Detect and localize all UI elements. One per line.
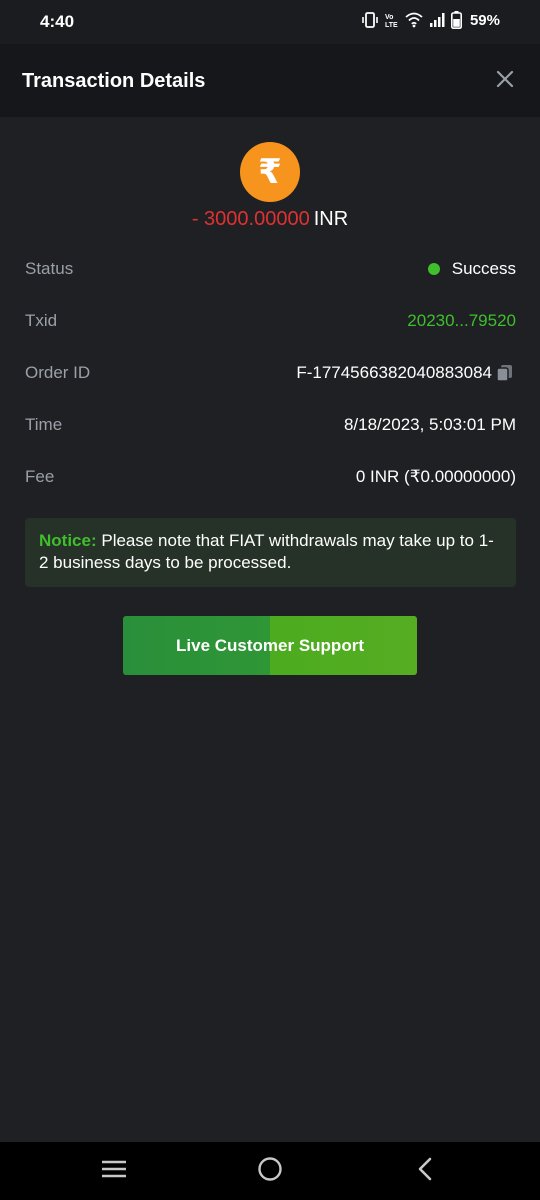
notice-box: Notice: Please note that FIAT withdrawal…: [25, 518, 516, 587]
home-button[interactable]: [255, 1156, 285, 1186]
menu-icon: [101, 1159, 127, 1184]
live-support-label: Live Customer Support: [176, 635, 364, 655]
amount-value: 3000.00000: [204, 208, 310, 230]
status-value-wrap: Success: [427, 259, 516, 279]
live-support-button[interactable]: Live Customer Support: [123, 616, 417, 675]
amount-currency: INR: [313, 208, 349, 230]
copy-icon[interactable]: [494, 362, 516, 384]
fee-value: 0 INR (₹0.00000000): [355, 467, 516, 486]
svg-text:Vo: Vo: [385, 14, 393, 21]
txid-label: Txid: [25, 311, 58, 330]
status-time: 4:40: [40, 12, 75, 31]
status-row: Status Success: [25, 255, 516, 283]
system-nav-bar: [0, 1142, 540, 1200]
vibrate-icon: [361, 12, 379, 28]
back-chevron-icon: [416, 1157, 434, 1186]
time-label: Time: [25, 415, 63, 434]
amount-sign: -: [191, 208, 199, 230]
order-id-label: Order ID: [25, 363, 91, 382]
time-row: Time 8/18/2023, 5:03:01 PM: [25, 411, 516, 439]
volte-icon: Vo LTE: [385, 12, 399, 28]
order-id-row: Order ID F-1774566382040883084: [25, 359, 516, 387]
back-button[interactable]: [410, 1156, 440, 1186]
fee-row: Fee 0 INR (₹0.00000000): [25, 463, 516, 491]
order-id-value-wrap: F-1774566382040883084: [296, 362, 516, 384]
status-icons: Vo LTE 59%: [361, 11, 500, 29]
battery-icon: [450, 11, 462, 29]
txid-link[interactable]: 20230...79520: [407, 311, 516, 331]
txid-row: Txid 20230...79520: [25, 307, 516, 335]
fee-label: Fee: [25, 467, 55, 486]
header: Transaction Details: [0, 44, 540, 117]
notice-text: Please note that FIAT withdrawals may ta…: [39, 531, 494, 572]
transaction-details: ₹ - 3000.00000 INR Status Success Txid 20…: [0, 117, 540, 1142]
home-circle-icon: [257, 1156, 283, 1187]
signal-icon: [429, 12, 445, 28]
rupee-icon: ₹: [240, 142, 300, 202]
status-value: Success: [451, 259, 516, 278]
close-button[interactable]: [490, 66, 520, 96]
svg-text:LTE: LTE: [385, 22, 398, 28]
time-value: 8/18/2023, 5:03:01 PM: [343, 415, 516, 434]
page-title: Transaction Details: [22, 70, 206, 92]
recent-apps-button[interactable]: [99, 1156, 129, 1186]
status-label: Status: [25, 259, 74, 278]
status-dot-icon: [427, 263, 440, 275]
status-bar: 4:40 Vo LTE 59%: [0, 0, 540, 44]
wifi-icon: [405, 12, 423, 28]
battery-percent: 59%: [469, 11, 500, 29]
close-icon: [496, 70, 514, 93]
order-id-value: F-1774566382040883084: [296, 363, 492, 382]
notice-label: Notice:: [39, 531, 97, 550]
amount-line: - 3000.00000 INR: [0, 208, 540, 231]
